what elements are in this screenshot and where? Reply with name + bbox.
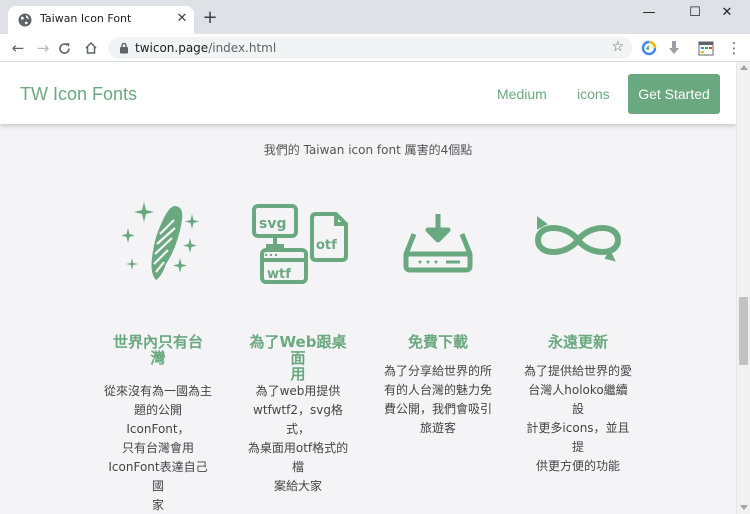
feature-title-line: 世界內只有台 — [112, 333, 203, 351]
desc-line: 家 — [151, 498, 164, 512]
desc-line: 只有台灣會用 — [121, 441, 194, 455]
bookmark-star-icon[interactable]: ☆ — [611, 39, 624, 55]
nav-link-icons[interactable]: icons — [577, 86, 610, 102]
get-started-button[interactable]: Get Started — [628, 74, 720, 114]
web-page: TW Icon Fonts Medium icons Get Started 我… — [0, 62, 736, 514]
feature-description: 為了提供給世界的愛 台灣人holoko繼續設 計更多icons，並且提 供更方便… — [524, 362, 632, 476]
feature-title-line: 為了Web跟桌面 — [249, 333, 347, 367]
lock-icon — [120, 42, 128, 54]
close-tab-icon[interactable]: ✕ — [174, 11, 190, 27]
desc-line: 案給大家 — [273, 479, 322, 493]
desc-line: 為桌面用otf格式的檔 — [247, 441, 349, 474]
section-subtitle: 我們的 Taiwan icon font 厲害的4個點 — [263, 143, 473, 157]
calendar-extension-icon[interactable] — [698, 40, 714, 56]
scrollbar-thumb[interactable] — [739, 297, 748, 365]
scroll-up-arrow-icon[interactable] — [740, 65, 748, 70]
address-bar[interactable]: twicon.page/index.html ☆ — [108, 37, 632, 59]
desc-line: 旅遊客 — [419, 421, 456, 435]
feature-description: 為了分享給世界的所 有的人台灣的魅力免 費公開，我們會吸引 旅遊客 — [384, 362, 492, 438]
new-tab-button[interactable]: + — [201, 9, 219, 27]
reload-icon[interactable] — [58, 42, 71, 55]
feature-title-line: 永遠更新 — [547, 333, 608, 351]
download-tray-icon — [403, 214, 473, 273]
svg-text:wtf: wtf — [267, 267, 291, 282]
tab-strip: Taiwan Icon Font ✕ + — ☐ ✕ — [0, 0, 750, 34]
download-extension-icon[interactable] — [666, 40, 682, 56]
scroll-down-arrow-icon[interactable] — [740, 505, 748, 510]
nav-link-medium[interactable]: Medium — [497, 86, 547, 102]
desc-line: 題的公開IconFont， — [126, 403, 190, 436]
feature-title-line: 用 — [290, 365, 306, 383]
desc-line: 為了提供給世界的愛 — [524, 364, 633, 378]
home-icon[interactable] — [84, 41, 98, 55]
feature-title-line: 灣 — [150, 349, 166, 367]
feature-title: 為了Web跟桌面用 — [244, 334, 352, 382]
menu-kebab-icon[interactable]: ⋮ — [724, 38, 744, 58]
desc-line: 有的人台灣的魅力免 — [384, 383, 493, 397]
url-domain: twicon.page — [135, 41, 209, 55]
desc-line: 從來沒有為一國為主 — [104, 384, 213, 398]
browser-toolbar: ← → twicon.page/index.html ☆ ⋮ — [0, 34, 750, 62]
desc-line: 為了web用提供 — [255, 384, 341, 398]
file-formats-icon: svg wtf otf — [252, 204, 348, 284]
site-brand-link[interactable]: TW Icon Fonts — [20, 84, 137, 105]
browser-window: Taiwan Icon Font ✕ + — ☐ ✕ ← → twicon.pa… — [0, 0, 750, 514]
infinity-arrows-icon — [534, 216, 622, 262]
feature-description: 從來沒有為一國為主 題的公開IconFont， 只有台灣會用 IconFont表… — [104, 382, 212, 514]
back-arrow-icon[interactable]: ← — [8, 38, 28, 58]
minimize-button[interactable]: — — [626, 0, 672, 28]
desc-line: 計更多icons，並且提 — [526, 421, 630, 454]
feature-title: 永遠更新 — [524, 334, 632, 350]
svg-text:svg: svg — [259, 216, 286, 232]
desc-line: 供更方便的功能 — [535, 459, 620, 473]
desc-line: 台灣人holoko繼續設 — [528, 383, 628, 416]
feature-title-line: 免費下載 — [407, 333, 468, 351]
svg-text:otf: otf — [316, 238, 337, 253]
feature-title: 世界內只有台灣 — [104, 334, 212, 366]
desc-line: 為了分享給世界的所 — [384, 364, 493, 378]
desc-line: wtfwtf2，svg格式， — [253, 403, 343, 436]
extension-circle-icon[interactable] — [641, 40, 657, 56]
desc-line: 費公開，我們會吸引 — [384, 402, 493, 416]
desc-line: IconFont表達自己國 — [108, 460, 208, 493]
url-path: /index.html — [208, 41, 277, 55]
globe-icon — [18, 13, 32, 27]
close-window-button[interactable]: ✕ — [704, 0, 750, 28]
feature-title: 免費下載 — [384, 334, 492, 350]
feature-description: 為了web用提供 wtfwtf2，svg格式， 為桌面用otf格式的檔 案給大家 — [244, 382, 352, 496]
browser-tab[interactable]: Taiwan Icon Font ✕ — [8, 6, 194, 34]
forward-arrow-icon[interactable]: → — [33, 38, 53, 58]
site-navbar: TW Icon Fonts Medium icons Get Started — [0, 62, 736, 124]
taiwan-island-sparkle-icon — [121, 202, 199, 280]
tab-title: Taiwan Icon Font — [40, 12, 132, 25]
page-scrollbar[interactable] — [736, 62, 750, 514]
url-text: twicon.page/index.html — [135, 41, 276, 55]
